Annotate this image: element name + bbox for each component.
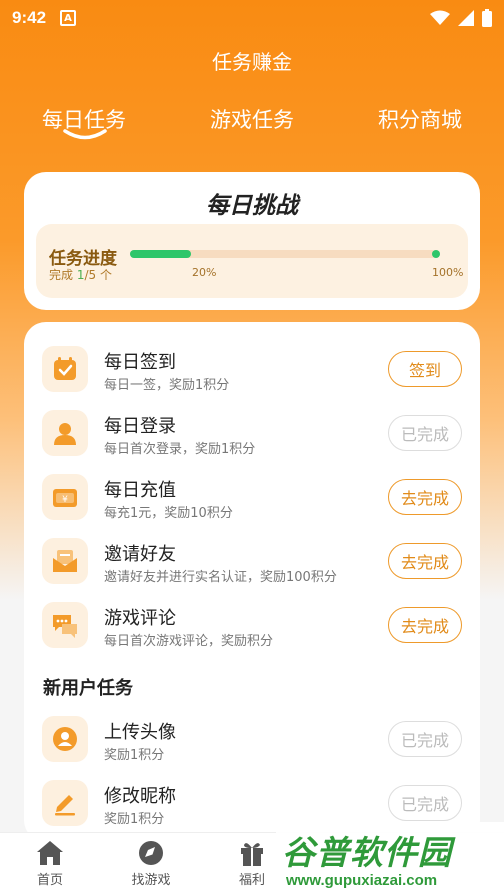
task-row-invite: 邀请好友 邀请好友并进行实名认证，奖励100积分 去完成 [24,532,480,596]
task-desc: 每日首次游戏评论，奖励积分 [104,634,274,649]
task-name: 上传头像 [104,722,176,743]
progress-end-dot [432,250,440,258]
task-desc: 每日首次登录，奖励1积分 [104,442,256,457]
page-title: 任务赚金 [212,50,292,74]
compass-icon [136,839,166,867]
task-list-card: 每日签到 每日一签，奖励1积分 签到 每日登录 每日首次登录，奖励1积分 已完成… [24,322,480,842]
progress-count-suffix: /5 个 [84,268,112,282]
task-name: 每日充值 [104,480,176,501]
nav-home-label: 首页 [36,873,63,888]
task-name: 每日签到 [104,352,176,373]
status-icons [430,9,492,27]
progress-track [130,250,440,258]
svg-text:¥: ¥ [62,495,68,505]
task-row-recharge: ¥ 每日充值 每充1元，奖励10积分 去完成 [24,468,480,532]
task-desc: 每充1元，奖励10积分 [104,506,233,521]
upload-avatar-completed-button[interactable]: 已完成 [388,721,462,757]
nav-find-games-label: 找游戏 [131,873,171,888]
task-name: 修改昵称 [104,786,176,807]
wifi-icon [430,10,450,25]
gift-icon [237,839,267,867]
sign-in-button[interactable]: 签到 [388,351,462,387]
home-icon [35,839,65,867]
change-nickname-completed-button[interactable]: 已完成 [388,785,462,821]
new-user-section-title: 新用户任务 [43,678,133,699]
progress-box: 任务进度 完成 1/5 个 20% 100% [36,224,468,298]
recharge-go-button[interactable]: 去完成 [388,479,462,515]
task-row-login: 每日登录 每日首次登录，奖励1积分 已完成 [24,404,480,468]
battery-icon [482,9,492,27]
active-tab-indicator [63,129,107,140]
progress-tick-end: 100% [432,266,464,279]
task-desc: 奖励1积分 [104,748,165,763]
status-bar: 9:42 A [0,0,504,36]
wallet-icon: ¥ [42,474,88,520]
progress-fill [130,250,192,258]
daily-challenge-card: 每日挑战 任务进度 完成 1/5 个 20% 100% [24,172,480,310]
task-row-upload-avatar: 上传头像 奖励1积分 已完成 [24,710,480,774]
challenge-title: 每日挑战 [206,193,298,219]
review-go-button[interactable]: 去完成 [388,607,462,643]
nav-home[interactable]: 首页 [15,839,85,888]
login-completed-button[interactable]: 已完成 [388,415,462,451]
progress-count-prefix: 完成 [49,268,77,282]
watermark-url: www.gupuxiazai.com [286,872,438,889]
avatar-icon [42,716,88,762]
progress-count: 完成 1/5 个 [49,266,112,283]
signal-icon [458,10,474,26]
progress-tick-mid: 20% [192,266,217,279]
task-name: 邀请好友 [104,544,176,565]
status-time: 9:42 [12,8,47,27]
tab-game-tasks[interactable]: 游戏任务 [210,104,294,134]
notification-a-icon: A [60,10,77,26]
calendar-check-icon [42,346,88,392]
user-icon [42,410,88,456]
task-desc: 邀请好友并进行实名认证，奖励100积分 [104,570,337,585]
tab-points-mall[interactable]: 积分商城 [378,104,462,134]
task-desc: 奖励1积分 [104,812,165,827]
watermark-logo-text: 谷普软件园 [282,833,452,872]
chat-icon [42,602,88,648]
invite-go-button[interactable]: 去完成 [388,543,462,579]
task-desc: 每日一签，奖励1积分 [104,378,230,393]
nav-find-games[interactable]: 找游戏 [116,839,186,888]
site-watermark: 谷普软件园 www.gupuxiazai.com [276,822,504,896]
task-row-review: 游戏评论 每日首次游戏评论，奖励积分 去完成 [24,596,480,660]
task-row-sign-in: 每日签到 每日一签，奖励1积分 签到 [24,340,480,404]
task-name: 每日登录 [104,416,176,437]
envelope-icon [42,538,88,584]
task-name: 游戏评论 [104,608,176,629]
edit-icon [42,780,88,826]
